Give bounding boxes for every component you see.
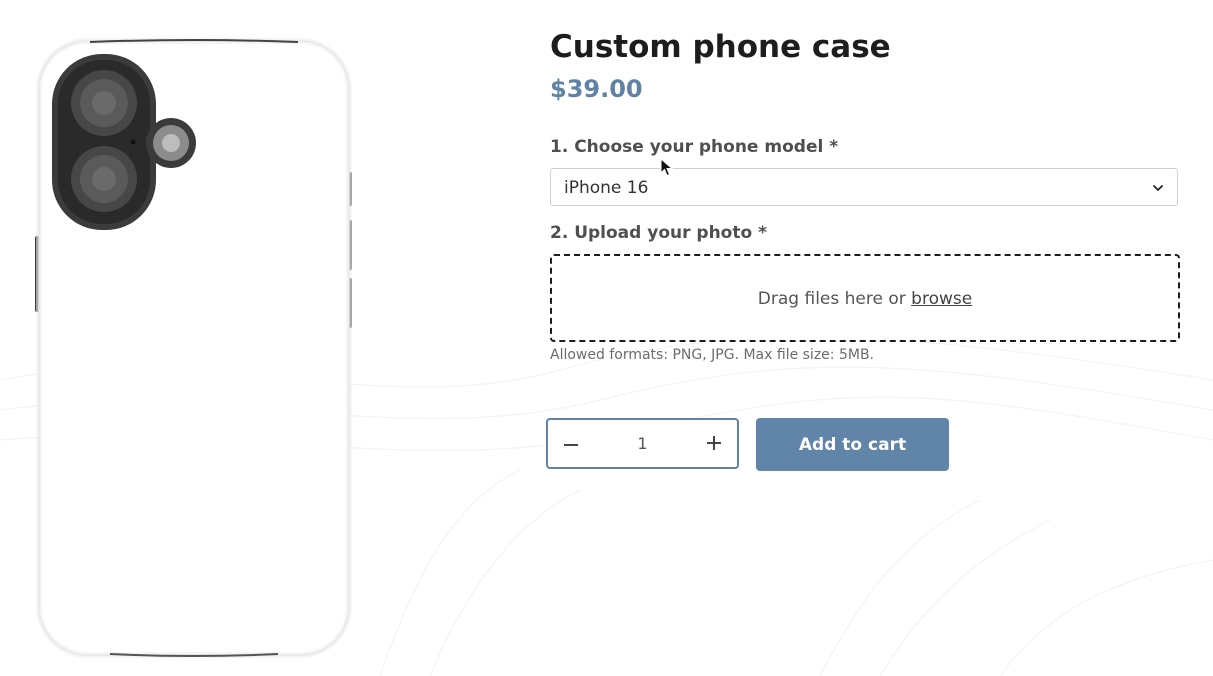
drop-instructions: Drag files here or xyxy=(757,289,912,309)
phone-model-value: iPhone 16 xyxy=(564,178,649,198)
decrease-quantity-button[interactable] xyxy=(548,420,594,467)
quantity-input[interactable] xyxy=(594,420,691,467)
product-title: Custom phone case xyxy=(550,29,891,65)
phone-case-image xyxy=(35,38,352,658)
minus-icon xyxy=(564,444,578,446)
upload-hint: Allowed formats: PNG, JPG. Max file size… xyxy=(550,347,874,363)
dropzone-message: Drag files here or browse xyxy=(552,289,1178,309)
increase-quantity-button[interactable] xyxy=(691,420,737,467)
browse-link[interactable]: browse xyxy=(911,289,972,309)
file-dropzone[interactable]: Drag files here or browse xyxy=(550,254,1180,342)
quantity-stepper xyxy=(546,418,739,469)
add-to-cart-button[interactable]: Add to cart xyxy=(756,418,949,471)
product-price: $39.00 xyxy=(550,75,643,103)
product-page: Custom phone case $39.00 1. Choose your … xyxy=(0,0,1213,676)
phone-model-select[interactable]: iPhone 16 xyxy=(550,168,1178,206)
chevron-down-icon xyxy=(1153,185,1163,191)
upload-photo-label: 2. Upload your photo * xyxy=(550,223,767,243)
phone-model-label: 1. Choose your phone model * xyxy=(550,137,839,157)
plus-icon xyxy=(707,436,721,450)
